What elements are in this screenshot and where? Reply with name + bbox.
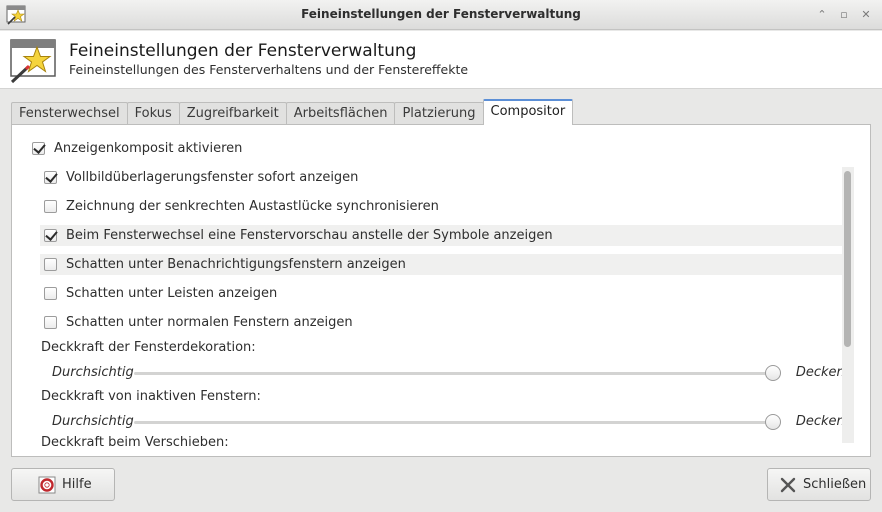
close-window-button[interactable]: ✕ [856,5,876,23]
checkbox-label: Beim Fensterwechsel eine Fenstervorschau… [66,227,553,243]
close-button[interactable]: Schließen [767,468,871,501]
checkbox-box [44,257,57,271]
slider-track[interactable] [134,372,774,375]
decoration-opacity-label: Deckkraft der Fensterdekoration: [41,340,256,355]
scrollbar-thumb[interactable] [844,171,851,347]
checkbox-label: Schatten unter Leisten anzeigen [66,285,278,301]
maximize-button[interactable]: ▫ [834,5,854,23]
checkbox-box [44,199,57,213]
help-button[interactable]: Hilfe [11,468,115,501]
tab-platzierung[interactable]: Platzierung [394,102,484,125]
enable-compositing-checkbox[interactable]: Anzeigenkomposit aktivieren [32,138,242,158]
checkbox-box [44,170,57,184]
inactive-opacity-slider: Durchsichtig Deckend [52,412,853,432]
close-icon: ✕ [861,7,871,21]
tab-compositor[interactable]: Compositor [482,99,574,125]
checkbox-box [44,228,57,242]
option-checkbox[interactable]: Schatten unter normalen Fenstern anzeige… [44,312,353,332]
maximize-icon: ▫ [840,7,848,21]
tab-bar: Fensterwechsel Fokus Zugreifbarkeit Arbe… [11,99,574,125]
compositor-page: Anzeigenkomposit aktivieren Vollbildüber… [11,124,871,457]
tab-fensterwechsel[interactable]: Fensterwechsel [11,102,128,125]
checkbox-label: Anzeigenkomposit aktivieren [54,140,243,156]
lifebuoy-icon [38,476,56,494]
page-title: Feineinstellungen der Fensterverwaltung [69,41,417,61]
checkbox-label: Schatten unter normalen Fenstern anzeige… [66,314,353,330]
checkbox-label: Zeichnung der senkrechten Austastlücke s… [66,198,439,214]
option-checkbox[interactable]: Beim Fensterwechsel eine Fenstervorschau… [44,225,553,245]
checkbox-label: Schatten unter Benachrichtigungsfenstern… [66,256,406,272]
chevron-up-icon: ⌃ [817,7,827,21]
checkbox-box [44,286,57,300]
page-subtitle: Feineinstellungen des Fensterverhaltens … [69,62,469,77]
move-opacity-label: Deckkraft beim Verschieben: [41,435,229,450]
x-icon [779,476,797,494]
title-bar[interactable]: Feineinstellungen der Fensterverwaltung … [0,0,882,30]
inactive-opacity-label: Deckkraft von inaktiven Fenstern: [41,389,261,404]
slider-handle[interactable] [765,365,781,381]
slider-min-label: Durchsichtig [52,414,134,429]
slider-handle[interactable] [765,414,781,430]
window-controls: ⌃ ▫ ✕ [812,5,876,23]
checkbox-box [44,315,57,329]
tab-arbeitsflaechen[interactable]: Arbeitsflächen [285,102,396,125]
slider-min-label: Durchsichtig [52,365,134,380]
help-button-label: Hilfe [62,477,92,492]
checkbox-box [32,141,45,155]
close-button-label: Schließen [803,477,867,492]
option-checkbox[interactable]: Zeichnung der senkrechten Austastlücke s… [44,196,439,216]
option-checkbox[interactable]: Vollbildüberlagerungsfenster sofort anze… [44,167,358,187]
tab-zugreifbarkeit[interactable]: Zugreifbarkeit [178,102,287,125]
slider-track[interactable] [134,421,774,424]
dialog-header: Feineinstellungen der Fensterverwaltung … [0,31,882,89]
window-star-icon [10,39,56,84]
option-checkbox[interactable]: Schatten unter Benachrichtigungsfenstern… [44,254,406,274]
scrollbar[interactable] [842,167,854,443]
decoration-opacity-slider: Durchsichtig Deckend [52,363,853,383]
shade-button[interactable]: ⌃ [812,5,832,23]
window-title: Feineinstellungen der Fensterverwaltung [301,7,581,21]
option-checkbox[interactable]: Schatten unter Leisten anzeigen [44,283,277,303]
tab-fokus[interactable]: Fokus [126,102,180,125]
checkbox-label: Vollbildüberlagerungsfenster sofort anze… [66,169,359,185]
